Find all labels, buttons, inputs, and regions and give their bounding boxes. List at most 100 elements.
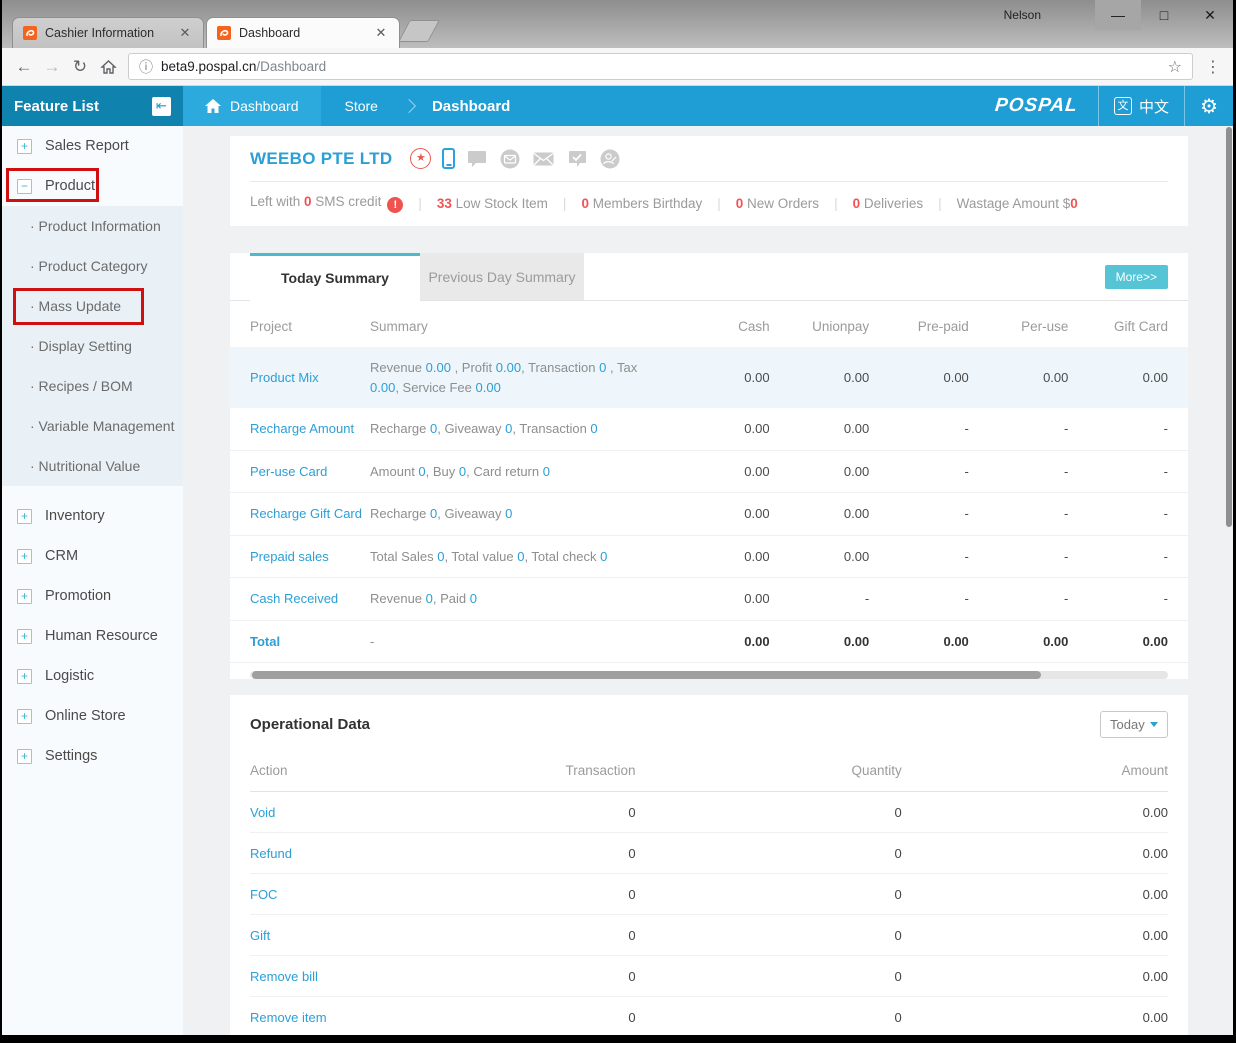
action-link-void[interactable]: Void (250, 805, 480, 820)
browser-tab-cashier-information[interactable]: Cashier Information ✕ (12, 17, 204, 48)
table-row: Product Mix Revenue 0.00 , Profit 0.00, T… (230, 347, 1188, 408)
url-host: beta9.pospal.cn (161, 59, 257, 74)
project-link-cash-received[interactable]: Cash Received (250, 591, 370, 606)
stats-divider: | (834, 196, 838, 211)
horizontal-scrollbar-thumb[interactable] (252, 671, 1042, 679)
summary-label: , Transaction (512, 421, 591, 436)
vertical-scrollbar-thumb[interactable] (1226, 127, 1232, 527)
sidebar-item-crm[interactable]: + CRM (2, 536, 183, 576)
project-link-prepaid-sales[interactable]: Prepaid sales (250, 549, 370, 564)
sidebar-item-product[interactable]: − Product (2, 166, 183, 206)
stat-text: Wastage Amount $ (956, 196, 1071, 211)
cell-value: 0.00 (843, 421, 870, 437)
summary-card: Today Summary Previous Day Summary More>… (230, 253, 1188, 679)
browser-profile-name[interactable]: Nelson (1004, 8, 1041, 22)
project-link-total[interactable]: Total (250, 634, 370, 649)
sidebar-item-online-store[interactable]: + Online Store (2, 696, 183, 736)
cell-value: 0.00 (843, 370, 870, 385)
star-badge-icon[interactable]: ★ (410, 148, 432, 169)
chat-icon[interactable] (466, 148, 488, 170)
period-select[interactable]: Today (1100, 711, 1168, 738)
project-link-recharge-amount[interactable]: Recharge Amount (250, 421, 370, 436)
sidebar-subitem-variable-management[interactable]: · Variable Management (2, 406, 183, 446)
horizontal-scrollbar[interactable] (250, 671, 1168, 679)
forward-icon[interactable]: → (38, 57, 66, 77)
window-minimize-button[interactable]: — (1095, 0, 1141, 30)
language-switcher[interactable]: 文 中文 (1099, 86, 1184, 126)
action-link-refund[interactable]: Refund (250, 846, 480, 861)
nav-item-dashboard[interactable]: Dashboard (183, 86, 321, 126)
expand-icon[interactable]: + (17, 588, 32, 604)
expand-icon[interactable]: + (17, 508, 32, 524)
expand-icon[interactable]: + (17, 628, 32, 644)
bookmark-star-icon[interactable]: ☆ (1168, 57, 1182, 77)
action-link-gift[interactable]: Gift (250, 928, 480, 943)
action-link-remove-bill[interactable]: Remove bill (250, 969, 480, 984)
collapse-icon[interactable]: − (17, 178, 32, 194)
close-tab-icon[interactable]: ✕ (177, 25, 193, 41)
sidebar-item-label: Settings (45, 748, 98, 764)
sidebar-item-logistic[interactable]: + Logistic (2, 656, 183, 696)
sidebar-collapse-icon[interactable]: ⇤ (152, 96, 171, 116)
cell-value: 0.00 (744, 421, 770, 437)
expand-icon[interactable]: + (17, 548, 32, 564)
summary-label: , Profit (450, 360, 496, 375)
settings-gear-icon[interactable]: ⚙ (1185, 86, 1233, 126)
page-info-icon[interactable]: ⓘ (139, 57, 153, 77)
project-link-product-mix[interactable]: Product Mix (250, 370, 370, 385)
new-tab-button[interactable] (398, 20, 440, 42)
tab-today-summary[interactable]: Today Summary (250, 253, 420, 301)
cell-value: 0.00 (1043, 370, 1069, 385)
check-bubble-icon[interactable] (566, 148, 588, 170)
pospal-logo[interactable]: POSPAL (973, 86, 1100, 126)
app-navbar: Feature List ⇤ Dashboard Store Dashboard… (2, 86, 1233, 126)
tab-label: Previous Day Summary (428, 268, 576, 285)
sidebar-subitem-product-category[interactable]: · Product Category (2, 246, 183, 286)
sidebar-item-sales-report[interactable]: + Sales Report (2, 126, 183, 166)
table-row: Void 0 0 0.00 (250, 792, 1168, 833)
sidebar-item-promotion[interactable]: + Promotion (2, 576, 183, 616)
cell-value: - (1163, 463, 1168, 479)
reload-icon[interactable]: ↻ (66, 57, 94, 77)
expand-icon[interactable]: + (17, 708, 32, 724)
sidebar-item-human-resource[interactable]: + Human Resource (2, 616, 183, 656)
close-tab-icon[interactable]: ✕ (373, 25, 389, 41)
summary-value: 0 (425, 591, 433, 606)
sidebar-subitem-nutritional-value[interactable]: · Nutritional Value (2, 446, 183, 486)
summary-label: , Paid (432, 591, 470, 606)
action-link-foc[interactable]: FOC (250, 887, 480, 902)
action-link-remove-item[interactable]: Remove item (250, 1010, 480, 1025)
tab-previous-day-summary[interactable]: Previous Day Summary (420, 253, 584, 300)
sidebar-subitem-display-setting[interactable]: · Display Setting (2, 326, 183, 366)
home-icon[interactable] (94, 59, 122, 75)
sidebar-subitem-recipes-bom[interactable]: · Recipes / BOM (2, 366, 183, 406)
stat-text: Low Stock Item (451, 196, 548, 211)
expand-icon[interactable]: + (17, 668, 32, 684)
expand-icon[interactable]: + (17, 748, 32, 764)
mail-circle-icon[interactable] (499, 148, 521, 170)
back-icon[interactable]: ← (10, 57, 38, 77)
project-link-recharge-gift-card[interactable]: Recharge Gift Card (250, 506, 370, 521)
breadcrumb-store[interactable]: Store (321, 86, 402, 126)
mail-icon[interactable] (532, 148, 555, 170)
stats-divider: | (418, 196, 422, 211)
cell-amount: 0.00 (1142, 845, 1168, 861)
phone-icon[interactable] (442, 148, 456, 169)
more-button[interactable]: More>> (1104, 264, 1168, 289)
window-maximize-button[interactable]: □ (1141, 0, 1187, 30)
browser-tab-dashboard[interactable]: Dashboard ✕ (206, 17, 400, 48)
window-close-button[interactable]: ✕ (1187, 0, 1233, 30)
vertical-scrollbar[interactable] (1225, 126, 1233, 1035)
sidebar-item-settings[interactable]: + Settings (2, 736, 183, 776)
browser-menu-icon[interactable]: ⋮ (1201, 57, 1225, 77)
project-link-per-use-card[interactable]: Per-use Card (250, 464, 370, 479)
signature-icon[interactable] (599, 148, 621, 170)
expand-icon[interactable]: + (17, 138, 32, 154)
summary-table-header: Project Summary Cash Unionpay Pre-paid P… (250, 301, 1168, 347)
sidebar-item-inventory[interactable]: + Inventory (2, 496, 183, 536)
sidebar-subitem-mass-update[interactable]: · Mass Update (2, 286, 183, 326)
url-input[interactable]: ⓘ beta9.pospal.cn/Dashboard ☆ (128, 53, 1193, 80)
summary-value: 0 (505, 506, 513, 521)
sidebar-subitem-product-information[interactable]: · Product Information (2, 206, 183, 246)
table-row: Prepaid sales Total Sales 0, Total value … (230, 536, 1188, 578)
